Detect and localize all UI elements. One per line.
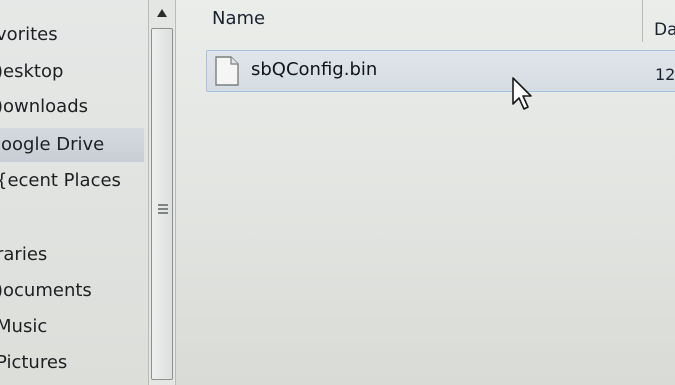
scroll-up-button[interactable] (149, 0, 175, 26)
nav-item-label: )esktop (0, 61, 64, 82)
file-list-pane: Name Da sbQConfig.bin 12 (176, 0, 675, 385)
nav-item-pictures[interactable]: Pictures (0, 346, 144, 380)
nav-item-label: Pictures (0, 352, 68, 373)
scroll-thumb[interactable] (151, 28, 173, 380)
column-header-name[interactable]: Name (212, 8, 265, 29)
nav-item-label: )ownloads (0, 96, 89, 117)
nav-item-recent-places[interactable]: {ecent Places (0, 164, 144, 198)
document-icon (215, 56, 239, 86)
nav-item-music[interactable]: Music (0, 310, 144, 344)
triangle-up-icon (157, 9, 167, 17)
nav-item-label: Music (0, 316, 48, 337)
nav-item-label: ioogle Drive (0, 134, 105, 155)
nav-item-favorites[interactable]: vorites (0, 18, 144, 52)
file-name: sbQConfig.bin (251, 59, 378, 80)
arrow-pointer-icon (512, 77, 532, 110)
navigation-pane: vorites )esktop )ownloads ioogle Drive {… (0, 0, 148, 385)
nav-item-label: )ocuments (0, 280, 92, 301)
nav-item-label: raries (0, 244, 48, 265)
column-header-row: Name Da (176, 0, 675, 42)
nav-item-label: vorites (0, 24, 58, 45)
nav-item-google-drive[interactable]: ioogle Drive (0, 128, 144, 162)
column-divider[interactable] (642, 0, 643, 42)
nav-item-desktop[interactable]: )esktop (0, 55, 144, 89)
navigation-scrollbar[interactable] (148, 0, 176, 385)
grip-icon (158, 204, 168, 214)
nav-item-documents[interactable]: )ocuments (0, 274, 144, 308)
nav-item-label: {ecent Places (0, 170, 121, 191)
nav-item-libraries[interactable]: raries (0, 238, 144, 272)
column-header-date[interactable]: Da (654, 20, 675, 40)
file-row[interactable]: sbQConfig.bin 12 (206, 50, 675, 92)
file-explorer-window: vorites )esktop )ownloads ioogle Drive {… (0, 0, 675, 385)
nav-item-downloads[interactable]: )ownloads (0, 90, 144, 124)
file-date: 12 (655, 65, 675, 84)
